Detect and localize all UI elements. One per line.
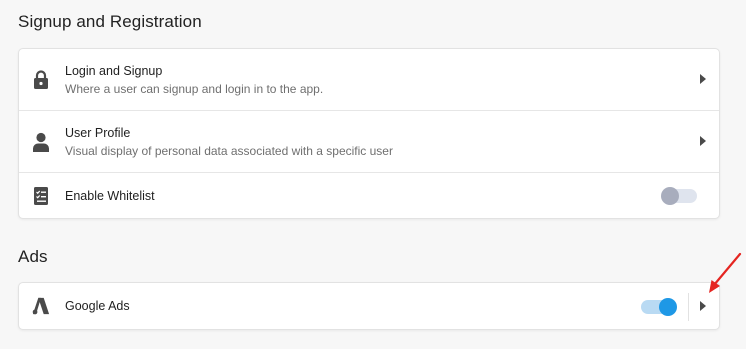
user-icon [32, 131, 50, 153]
section-title-signup: Signup and Registration [18, 12, 202, 31]
section-title-ads: Ads [18, 247, 48, 266]
lock-icon [32, 69, 50, 91]
google-ads-icon [32, 295, 50, 317]
toggle-knob [659, 298, 677, 316]
signup-card: Login and Signup Where a user can signup… [18, 48, 720, 219]
ads-card: Google Ads [18, 282, 720, 330]
row-google-ads[interactable]: Google Ads [19, 283, 719, 329]
row-enable-whitelist: Enable Whitelist [19, 173, 719, 219]
row-description: Where a user can signup and login in to … [65, 82, 324, 96]
row-login-signup[interactable]: Login and Signup Where a user can signup… [19, 49, 719, 111]
whitelist-toggle[interactable] [661, 187, 697, 205]
row-label: Google Ads [65, 299, 130, 313]
row-label: User Profile [65, 126, 131, 140]
annotation-arrow-icon [709, 252, 742, 293]
toggle-knob [661, 187, 679, 205]
divider [688, 293, 689, 321]
chevron-right-icon[interactable] [699, 74, 707, 84]
row-label: Login and Signup [65, 64, 163, 78]
row-label: Enable Whitelist [65, 189, 155, 203]
row-user-profile[interactable]: User Profile Visual display of personal … [19, 111, 719, 173]
checklist-icon [32, 185, 50, 207]
row-description: Visual display of personal data associat… [65, 144, 393, 158]
google-ads-toggle[interactable] [641, 298, 677, 316]
chevron-right-icon[interactable] [699, 136, 707, 146]
chevron-right-icon[interactable] [699, 301, 707, 311]
